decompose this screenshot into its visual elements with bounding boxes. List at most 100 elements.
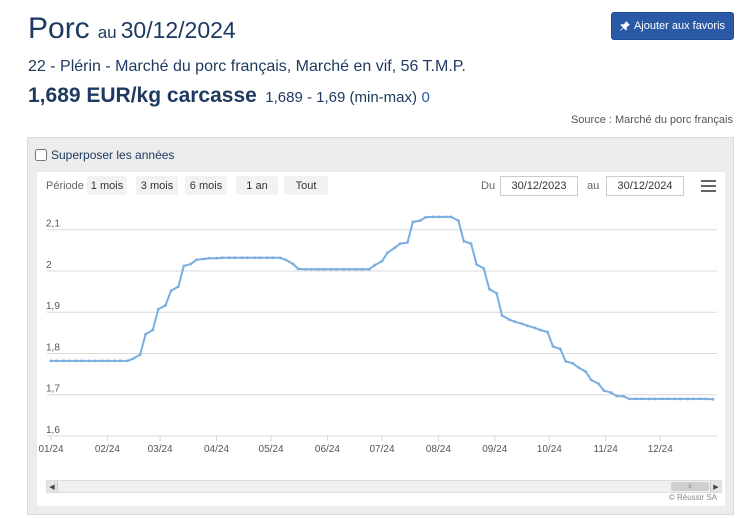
- data-point: [304, 267, 307, 271]
- data-point: [291, 262, 295, 266]
- data-point: [233, 256, 237, 260]
- data-point: [449, 215, 453, 219]
- data-point: [271, 256, 275, 260]
- x-tick-label: 06/24: [315, 444, 340, 455]
- data-point: [253, 256, 257, 260]
- overlay-years-toggle[interactable]: Superposer les années: [35, 148, 174, 162]
- x-tick-label: 09/24: [482, 444, 507, 455]
- data-point: [398, 242, 402, 246]
- data-point: [62, 359, 66, 363]
- data-point: [526, 324, 529, 328]
- x-tick-label: 05/24: [259, 444, 284, 455]
- data-point: [602, 389, 606, 392]
- data-point: [589, 378, 593, 382]
- add-to-favorites-button[interactable]: Ajouter aux favoris: [611, 12, 734, 40]
- data-point: [482, 267, 486, 270]
- data-point: [373, 263, 377, 267]
- data-point: [240, 256, 244, 260]
- scroll-thumb[interactable]: ≡: [671, 482, 709, 491]
- data-point: [266, 256, 269, 260]
- data-point: [564, 359, 568, 363]
- data-point: [609, 391, 613, 395]
- data-point: [182, 264, 186, 268]
- data-point: [227, 256, 231, 260]
- y-tick-label: 1,8: [46, 342, 60, 353]
- x-tick-label: 03/24: [148, 444, 173, 455]
- product-name: Porc: [28, 12, 90, 45]
- data-point: [627, 397, 631, 401]
- data-point: [169, 289, 173, 293]
- data-point: [691, 397, 695, 401]
- data-point: [246, 256, 249, 260]
- chart-credit: © Réussir SA: [668, 493, 717, 502]
- data-point: [437, 215, 440, 219]
- y-tick-label: 1,6: [46, 425, 60, 436]
- data-point: [457, 219, 460, 222]
- date-prefix: au: [97, 23, 117, 42]
- source-note: Source : Marché du porc français: [570, 114, 733, 126]
- data-point: [131, 357, 135, 361]
- data-point: [144, 332, 147, 336]
- data-point: [615, 394, 618, 398]
- data-point: [360, 267, 364, 271]
- scroll-left-arrow-icon[interactable]: ◀: [47, 481, 58, 492]
- data-point: [258, 256, 262, 260]
- data-point: [571, 362, 575, 365]
- page-title: Porc au 30/12/2024: [28, 12, 236, 46]
- data-point: [711, 397, 715, 401]
- x-tick-label: 02/24: [95, 444, 120, 455]
- x-tick-label: 01/24: [38, 444, 63, 455]
- data-point: [189, 262, 193, 266]
- data-point: [469, 242, 473, 246]
- overlay-years-label: Superposer les années: [51, 148, 175, 162]
- data-point: [546, 330, 549, 334]
- data-point: [75, 359, 78, 363]
- data-point: [513, 320, 517, 324]
- data-point: [487, 287, 491, 291]
- data-point: [367, 267, 371, 271]
- data-point: [355, 267, 358, 271]
- data-point: [118, 359, 122, 363]
- price-summary: 1,689 EUR/kg carcasse 1,689 - 1,69 (min-…: [28, 84, 430, 108]
- data-point: [100, 359, 104, 363]
- y-tick-label: 1,9: [46, 301, 60, 312]
- data-point: [220, 256, 224, 260]
- data-point: [538, 328, 542, 332]
- data-point: [666, 397, 669, 401]
- data-point: [704, 397, 708, 401]
- market-subtitle: 22 - Plérin - Marché du porc français, M…: [28, 58, 466, 75]
- data-point: [67, 359, 71, 363]
- chart-navigator-scrollbar[interactable]: ◀ ≡ ▶: [46, 480, 722, 493]
- data-point: [93, 359, 96, 363]
- data-point: [284, 258, 287, 262]
- scroll-right-arrow-icon[interactable]: ▶: [710, 481, 721, 492]
- data-point: [207, 256, 211, 260]
- x-tick-label: 04/24: [204, 444, 229, 455]
- data-point: [316, 267, 320, 271]
- data-point: [55, 359, 58, 363]
- x-tick-label: 07/24: [369, 444, 394, 455]
- data-point: [673, 397, 677, 401]
- quote-date: 30/12/2024: [120, 17, 236, 43]
- pin-icon: [620, 21, 630, 31]
- overlay-years-checkbox[interactable]: [35, 149, 47, 161]
- data-point: [156, 307, 160, 311]
- data-point: [647, 397, 651, 401]
- data-point: [406, 241, 409, 244]
- data-point: [424, 215, 427, 219]
- data-point: [653, 397, 657, 401]
- data-point: [347, 267, 351, 271]
- data-point: [393, 246, 397, 250]
- data-point: [126, 359, 129, 363]
- data-point: [329, 267, 333, 271]
- data-point: [660, 397, 664, 401]
- data-point: [577, 366, 580, 369]
- chart-container: Période 1 mois 3 mois 6 mois 1 an Tout D…: [37, 172, 725, 506]
- price-range: 1,689 - 1,69 (min-max): [265, 89, 418, 106]
- data-point: [195, 258, 198, 262]
- data-point: [309, 267, 313, 271]
- data-point: [520, 322, 524, 326]
- data-point: [138, 353, 142, 357]
- data-point: [106, 359, 109, 363]
- data-point: [686, 397, 689, 401]
